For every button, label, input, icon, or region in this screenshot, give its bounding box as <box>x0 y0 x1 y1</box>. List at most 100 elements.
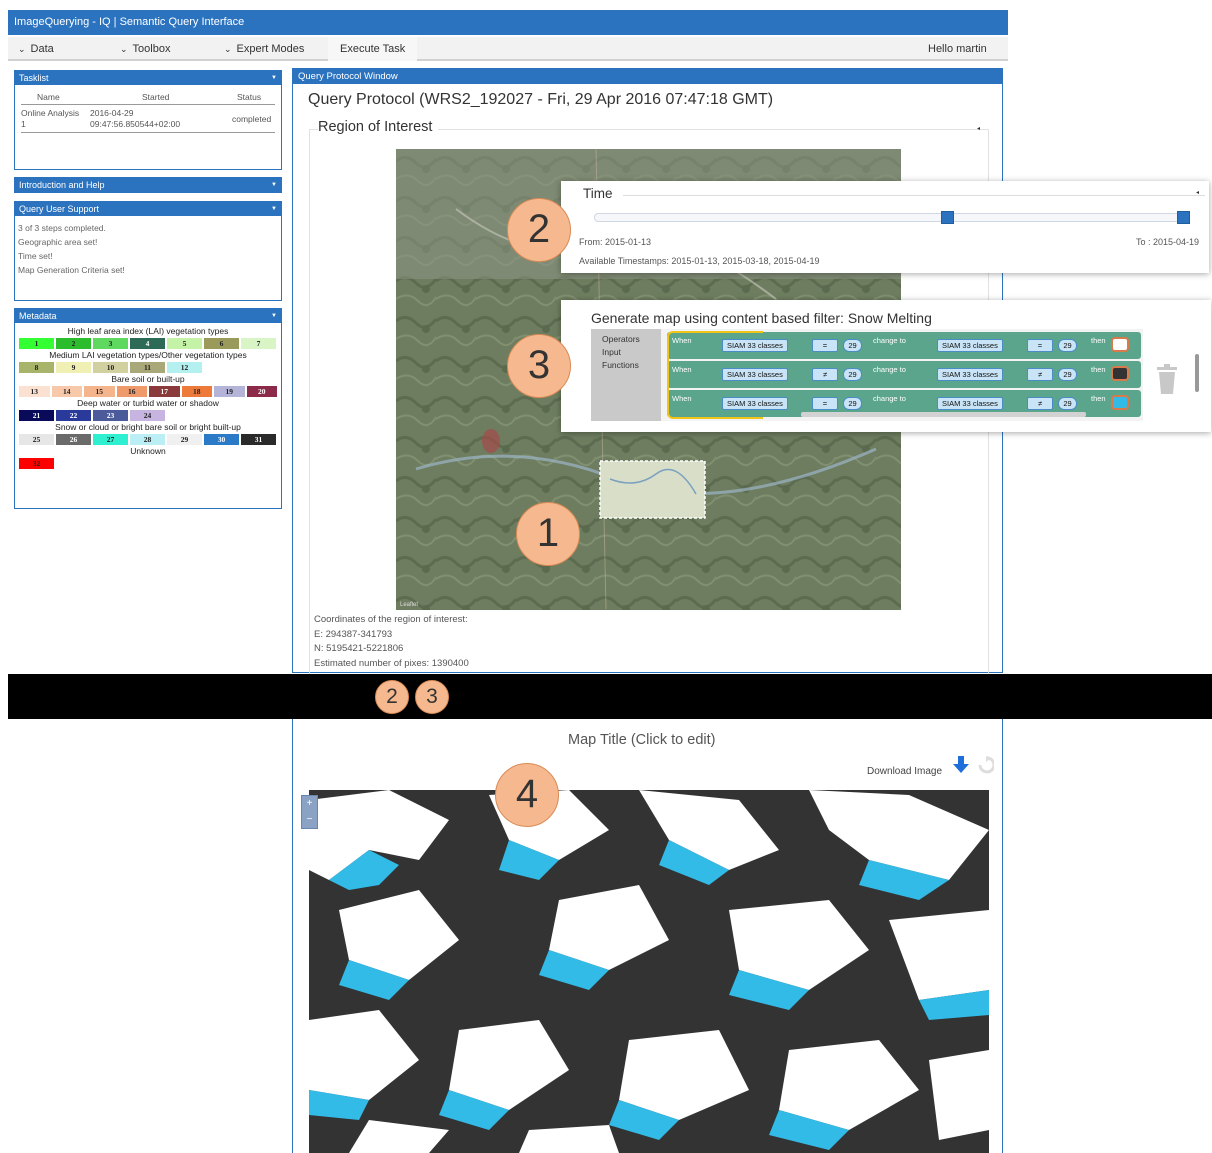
collapse-icon[interactable]: ◂ <box>1196 189 1199 196</box>
chevron-down-icon: ⌄ <box>224 44 232 54</box>
zoom-out-button[interactable]: − <box>302 812 317 828</box>
operator-select[interactable]: = <box>812 397 838 410</box>
category-input[interactable]: Input <box>602 347 621 357</box>
metadata-header[interactable]: Metadata ▼ <box>15 309 281 323</box>
value-input[interactable]: 29 <box>843 397 862 410</box>
user-greeting[interactable]: Hello martin <box>928 37 987 61</box>
download-image-link[interactable]: Download Image <box>867 766 942 777</box>
refresh-icon[interactable] <box>978 756 994 774</box>
collapse-icon[interactable]: ▼ <box>271 71 277 85</box>
color-picker[interactable] <box>1111 395 1129 410</box>
legend-group-title: Bare soil or built-up <box>111 374 185 384</box>
legend-class-cell: 26 <box>55 433 92 446</box>
value-input[interactable]: 29 <box>1058 397 1077 410</box>
time-to: To : 2015-04-19 <box>1135 237 1199 247</box>
legend-group-title: Deep water or turbid water or shadow <box>77 398 219 408</box>
zoom-in-button[interactable]: + <box>302 796 317 812</box>
legend-class-cell: 24 <box>129 409 166 422</box>
separator-strip <box>8 674 1212 719</box>
map-attribution-text: Leaflet <box>400 602 419 608</box>
collapse-icon[interactable]: ▼ <box>271 178 277 192</box>
legend-group-title: Snow or cloud or bright bare soil or bri… <box>55 422 241 432</box>
trash-icon[interactable] <box>1156 364 1178 394</box>
result-map[interactable] <box>309 790 989 1153</box>
legend-class-cell: 14 <box>50 385 83 398</box>
value-input[interactable]: 29 <box>843 368 862 381</box>
collapse-icon[interactable]: ▼ <box>271 202 277 216</box>
collapse-icon[interactable]: ◂ <box>977 125 980 132</box>
legend-class-cell: 7 <box>240 337 277 350</box>
qp-window-header: Query Protocol Window <box>293 69 1002 84</box>
legend-row: 25 26 27 28 29 30 31 <box>18 433 278 446</box>
table-row[interactable]: Online Analysis 1 2016-04-29 09:47:56.85… <box>21 105 275 133</box>
step-badge-2: 2 <box>507 198 571 262</box>
app-title: ImageQuerying - IQ | Semantic Query Inte… <box>14 16 245 28</box>
legend-class-cell: 9 <box>55 361 92 374</box>
menu-bar: ⌄ Data ⌄ Toolbox ⌄ Expert Modes Execute Tas… <box>8 37 1008 61</box>
legend-class-cell: 18 <box>180 385 213 398</box>
task-table-header: Name Started Status <box>21 89 275 105</box>
time-title: Time <box>583 186 613 201</box>
category-functions[interactable]: Functions <box>602 360 639 370</box>
workspace-hscrollbar[interactable] <box>801 412 1086 417</box>
legend-class-cell: 21 <box>18 409 55 422</box>
support-lines: 3 of 3 steps completed. Geographic area … <box>18 223 125 275</box>
menu-expert-modes[interactable]: ⌄ Expert Modes <box>224 37 304 61</box>
legend-class-cell: 28 <box>129 433 166 446</box>
then-label: then <box>1091 365 1106 374</box>
menu-data[interactable]: ⌄ Data <box>18 37 54 61</box>
category-operators[interactable]: Operators <box>602 334 640 344</box>
value-input[interactable]: 29 <box>1058 368 1077 381</box>
legend-row: 21 22 23 24 <box>18 409 278 422</box>
intro-panel[interactable]: Introduction and Help ▼ <box>14 177 282 193</box>
tasklist-header[interactable]: Tasklist ▼ <box>15 71 281 85</box>
change-to-label: change to <box>873 336 906 345</box>
operator-select[interactable]: ≠ <box>1027 368 1053 381</box>
roi-coordinates: Coordinates of the region of interest: E… <box>314 614 469 669</box>
execute-task-button[interactable]: Execute Task <box>328 37 418 61</box>
step-badge-3: 3 <box>507 334 571 398</box>
legend-class-cell: 10 <box>92 361 129 374</box>
legend-class-cell: 27 <box>92 433 129 446</box>
legend-row: 8 9 10 11 12 <box>18 361 278 374</box>
roi-selection-box[interactable] <box>599 460 706 519</box>
color-picker[interactable] <box>1111 366 1129 381</box>
slider-handle-end[interactable] <box>1177 211 1190 224</box>
legend-class-cell: 16 <box>115 385 148 398</box>
operator-select[interactable]: = <box>1027 339 1053 352</box>
legend-class-cell: 22 <box>55 409 92 422</box>
legend-row: 32 <box>18 457 278 470</box>
generate-title: Generate map using content based filter:… <box>591 310 932 326</box>
legend-class-cell: 23 <box>92 409 129 422</box>
value-input[interactable]: 29 <box>1058 339 1077 352</box>
operator-select[interactable]: ≠ <box>812 368 838 381</box>
legend-class-cell: 25 <box>18 433 55 446</box>
strip-badge-3: 3 <box>415 680 449 714</box>
intro-header[interactable]: Introduction and Help ▼ <box>15 178 281 192</box>
support-header[interactable]: Query User Support ▼ <box>15 202 281 216</box>
map-title[interactable]: Map Title (Click to edit) <box>568 732 715 748</box>
slider-handle-start[interactable] <box>941 211 954 224</box>
class-select[interactable]: SIAM 33 classes <box>937 339 1003 352</box>
operator-select[interactable]: = <box>812 339 838 352</box>
legend-class-cell: 19 <box>213 385 246 398</box>
page-title: Query Protocol (WRS2_192027 - Fri, 29 Ap… <box>308 91 774 108</box>
operator-select[interactable]: ≠ <box>1027 397 1053 410</box>
workspace-scrollbar[interactable] <box>1195 354 1199 392</box>
legend-group-title: High leaf area index (LAI) vegetation ty… <box>67 326 229 336</box>
legend-class-cell: 3 <box>92 337 129 350</box>
download-arrow-icon[interactable] <box>952 756 970 774</box>
roi-title: Region of Interest <box>318 119 439 135</box>
class-select[interactable]: SIAM 33 classes <box>937 368 1003 381</box>
available-timestamps: Available Timestamps: 2015-01-13, 2015-0… <box>579 256 820 266</box>
collapse-icon[interactable]: ▼ <box>271 309 277 323</box>
class-select[interactable]: SIAM 33 classes <box>937 397 1003 410</box>
block-category-panel: Operators Input Functions <box>591 329 661 421</box>
chevron-down-icon: ⌄ <box>18 44 26 54</box>
color-picker[interactable] <box>1111 337 1129 352</box>
value-input[interactable]: 29 <box>843 339 862 352</box>
block-selection-outline <box>667 331 763 419</box>
time-from: From: 2015-01-13 <box>579 237 652 247</box>
time-range-slider[interactable] <box>594 213 1184 222</box>
menu-toolbox[interactable]: ⌄ Toolbox <box>120 37 170 61</box>
